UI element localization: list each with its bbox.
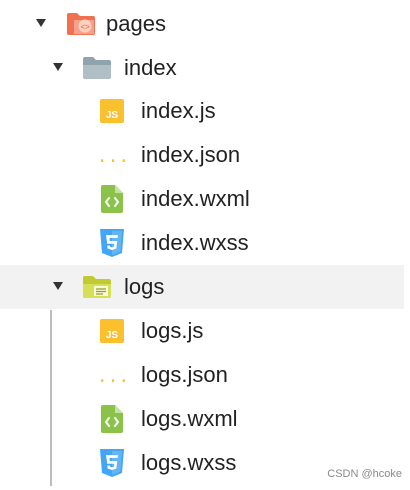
tree-label-logs-wxss: logs.wxss [141, 450, 237, 475]
wxml-file-icon [101, 185, 123, 218]
tree-row-index-folder[interactable]: index [0, 46, 404, 90]
pages-folder-icon: <> [66, 11, 96, 42]
tree-label-logs-wxml: logs.wxml [141, 406, 238, 431]
tree-label-index-wxml: index.wxml [141, 186, 250, 211]
tree-label-logs-json: logs.json [141, 362, 228, 387]
tree-row-index-wxss[interactable]: index.wxss [0, 221, 404, 265]
js-file-icon: JS [100, 319, 124, 348]
folder-icon [82, 56, 112, 85]
wxss-file-icon [100, 449, 124, 482]
json-file-icon: {...} [86, 142, 140, 173]
chevron-down-icon[interactable] [53, 63, 63, 71]
tree-label-index-json: index.json [141, 142, 241, 167]
js-file-icon: JS [100, 99, 124, 128]
wxml-file-icon [101, 405, 123, 438]
tree-row-index-js[interactable]: JS index.js [0, 89, 404, 133]
tree-row-index-json[interactable]: {...} index.json [0, 133, 404, 177]
js-icon-label: JS [106, 110, 119, 121]
chevron-down-icon[interactable] [36, 19, 46, 27]
tree-row-logs-wxml[interactable]: logs.wxml [0, 397, 404, 441]
tree-row-logs-json[interactable]: {...} logs.json [0, 353, 404, 397]
wxss-file-icon [100, 229, 124, 262]
watermark: CSDN @hcoke [327, 468, 402, 480]
chevron-down-icon[interactable] [53, 282, 63, 290]
tree-row-logs-js[interactable]: JS logs.js [0, 309, 404, 353]
tree-label-logs: logs [124, 274, 165, 299]
tree-label-index-wxss: index.wxss [141, 230, 249, 255]
json-icon-label: {...} [96, 146, 130, 167]
tree-row-logs-folder[interactable]: logs [0, 265, 404, 309]
tree-label-pages: pages [106, 11, 166, 36]
json-file-icon: {...} [86, 362, 140, 393]
svg-text:<>: <> [80, 23, 90, 32]
logs-folder-icon [82, 275, 112, 304]
tree-label-logs-js: logs.js [141, 318, 204, 343]
tree-label-index-js: index.js [141, 98, 216, 123]
tree-label-index: index [124, 55, 177, 80]
tree-row-index-wxml[interactable]: index.wxml [0, 177, 404, 221]
js-icon-label: JS [106, 330, 119, 341]
json-icon-label: {...} [96, 366, 130, 387]
tree-row-pages[interactable]: <> pages [0, 2, 404, 46]
